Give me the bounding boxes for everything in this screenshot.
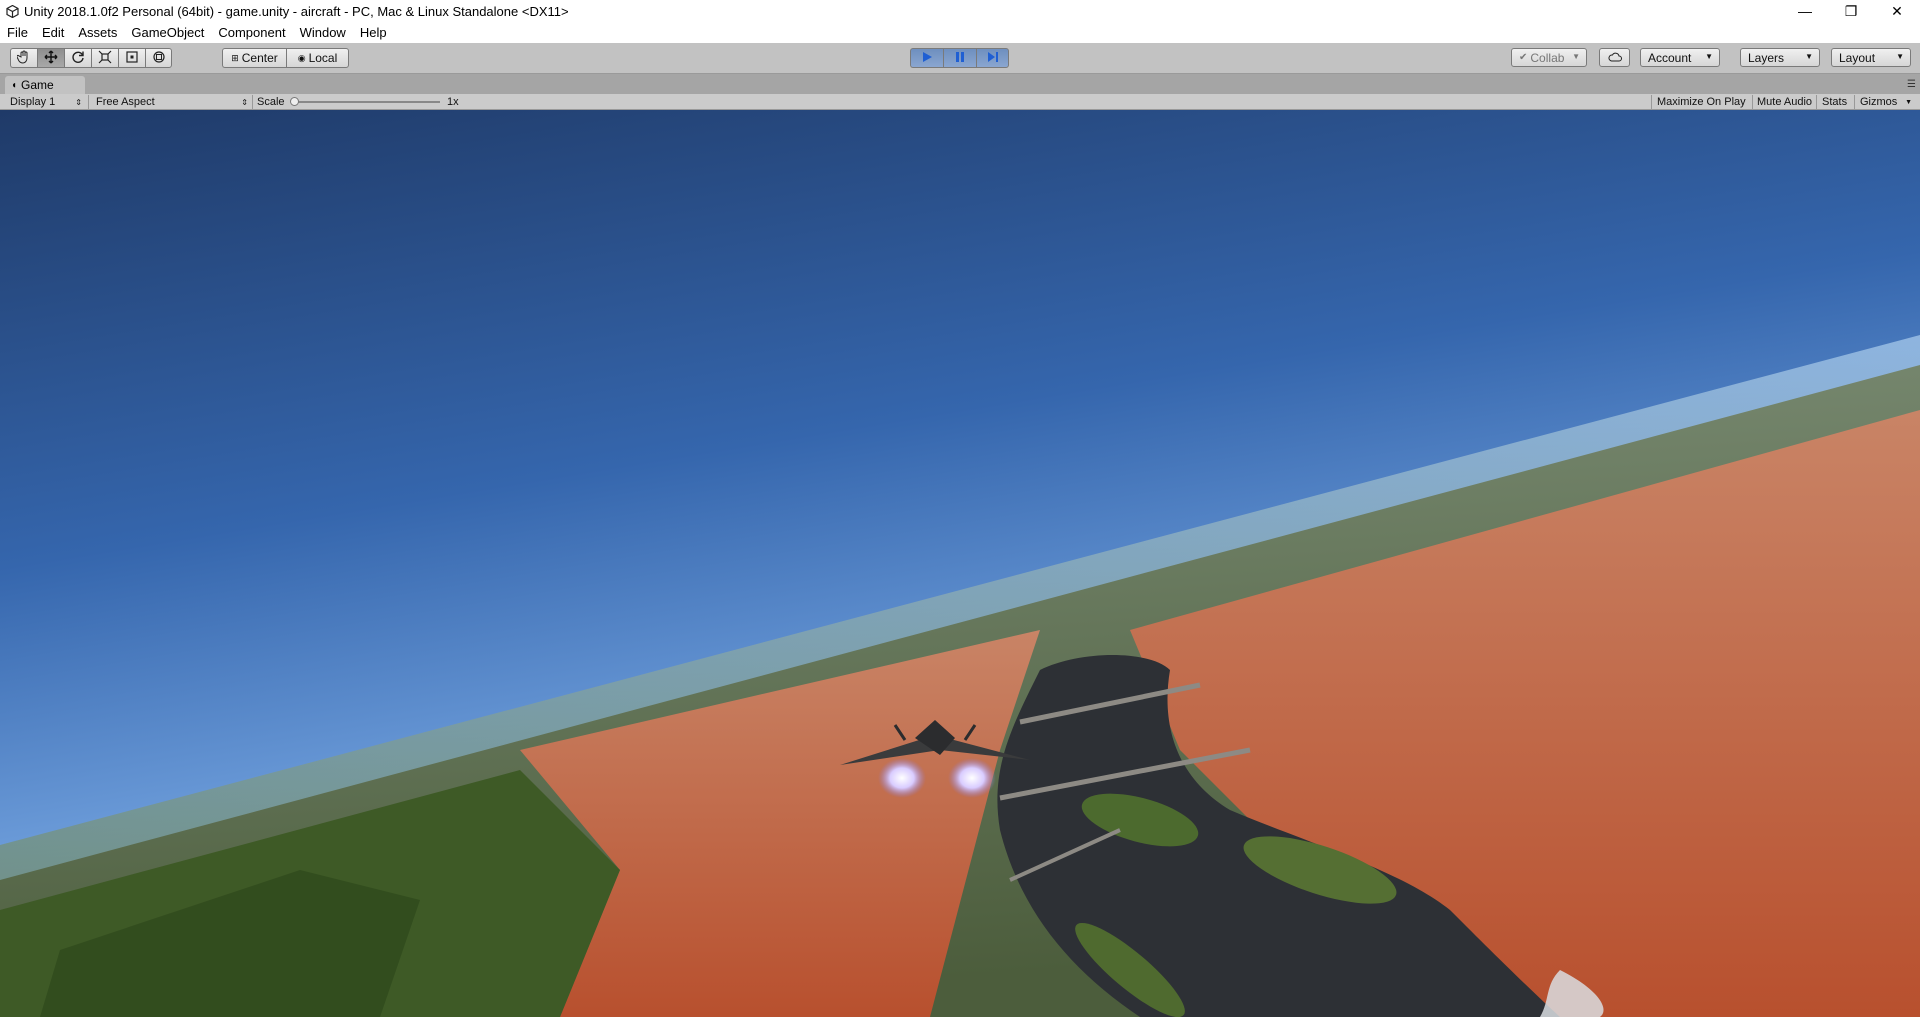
hand-tool-button[interactable] [10, 48, 37, 68]
divider [252, 95, 253, 109]
chevron-down-icon: ▼ [1905, 98, 1912, 106]
game-view-toolbar: Display 1 ⇕ Free Aspect ⇕ Scale 1x Maxim… [0, 94, 1920, 110]
pause-icon [954, 51, 966, 66]
account-label: Account [1648, 50, 1692, 65]
aspect-dropdown[interactable]: Free Aspect ⇕ [96, 94, 248, 110]
scale-label: Scale [257, 96, 285, 108]
updown-icon: ⇕ [241, 97, 248, 107]
tab-menu-icon[interactable]: ☰ [1907, 79, 1916, 90]
scale-icon [98, 50, 112, 67]
play-controls [910, 48, 1009, 68]
pivot-center-button[interactable]: ⊞ Center [222, 48, 286, 68]
play-button[interactable] [910, 48, 943, 68]
step-icon [987, 51, 999, 66]
collab-label: Collab [1530, 50, 1565, 65]
move-icon [44, 50, 58, 67]
chevron-down-icon: ▼ [1705, 52, 1713, 61]
gizmos-dropdown[interactable]: Gizmos ▼ [1860, 94, 1912, 110]
menu-window[interactable]: Window [293, 22, 353, 43]
gizmos-label: Gizmos [1860, 96, 1898, 108]
pause-button[interactable] [943, 48, 976, 68]
transform-tool-button[interactable] [145, 48, 172, 68]
local-icon: ◉ [297, 52, 306, 63]
layers-label: Layers [1748, 50, 1785, 65]
menu-bar: File Edit Assets GameObject Component Wi… [0, 22, 1920, 43]
main-toolbar: ⊞ Center ◉ Local ✔ Collab ▼ Account ▼ La… [0, 43, 1920, 74]
game-viewport[interactable] [0, 110, 1920, 1017]
step-button[interactable] [976, 48, 1009, 68]
rotate-tool-button[interactable] [64, 48, 91, 68]
collab-check-icon: ✔ [1519, 52, 1528, 63]
scale-slider-thumb[interactable] [290, 97, 299, 106]
rect-tool-button[interactable] [118, 48, 145, 68]
dock-tabbar: ◖ Game ☰ [0, 74, 1920, 94]
move-tool-button[interactable] [37, 48, 64, 68]
transform-tools [10, 48, 172, 68]
engine-flame [948, 758, 996, 798]
layout-label: Layout [1839, 50, 1876, 65]
divider [1816, 95, 1817, 109]
menu-gameobject[interactable]: GameObject [124, 22, 211, 43]
scale-slider-track[interactable] [292, 101, 440, 103]
unity-logo-icon [4, 3, 20, 19]
stats-toggle[interactable]: Stats [1822, 94, 1847, 110]
cloud-button[interactable] [1599, 48, 1630, 67]
menu-assets[interactable]: Assets [71, 22, 124, 43]
divider [1854, 95, 1855, 109]
rect-transform-icon [125, 50, 139, 67]
pivot-local-label: Local [308, 51, 338, 65]
pivot-icon: ⊞ [231, 52, 239, 63]
chevron-down-icon: ▼ [1572, 52, 1580, 61]
display-label: Display 1 [10, 96, 56, 108]
menu-component[interactable]: Component [211, 22, 292, 43]
scale-value: 1x [447, 96, 459, 108]
restore-button[interactable]: ❐ [1828, 0, 1874, 22]
game-controller-icon: ◖ [11, 79, 18, 91]
pivot-toggles: ⊞ Center ◉ Local [222, 48, 349, 68]
mute-audio-toggle[interactable]: Mute Audio [1757, 94, 1812, 110]
tab-game-label: Game [21, 78, 54, 92]
cloud-icon [1608, 51, 1622, 65]
menu-file[interactable]: File [0, 22, 35, 43]
menu-help[interactable]: Help [353, 22, 394, 43]
display-dropdown[interactable]: Display 1 ⇕ [10, 94, 82, 110]
layout-dropdown[interactable]: Layout ▼ [1831, 48, 1911, 67]
close-button[interactable]: ✕ [1874, 0, 1920, 22]
maximize-on-play-toggle[interactable]: Maximize On Play [1657, 94, 1746, 110]
hand-icon [16, 50, 31, 67]
collab-dropdown[interactable]: ✔ Collab ▼ [1511, 48, 1587, 67]
window-titlebar: Unity 2018.1.0f2 Personal (64bit) - game… [0, 0, 1920, 22]
menu-edit[interactable]: Edit [35, 22, 71, 43]
game-render [0, 110, 1920, 1017]
divider [88, 95, 89, 109]
play-icon [921, 51, 933, 66]
chevron-down-icon: ▼ [1896, 52, 1904, 61]
divider [1752, 95, 1753, 109]
divider [1651, 95, 1652, 109]
window-title: Unity 2018.1.0f2 Personal (64bit) - game… [24, 3, 569, 19]
engine-flame [878, 758, 926, 798]
pivot-center-label: Center [241, 51, 278, 65]
pivot-local-button[interactable]: ◉ Local [286, 48, 349, 68]
tab-game[interactable]: ◖ Game [5, 76, 85, 94]
minimize-button[interactable]: — [1782, 0, 1828, 22]
scale-tool-button[interactable] [91, 48, 118, 68]
aspect-label: Free Aspect [96, 96, 155, 108]
account-dropdown[interactable]: Account ▼ [1640, 48, 1720, 67]
layers-dropdown[interactable]: Layers ▼ [1740, 48, 1820, 67]
transform-icon [152, 50, 166, 67]
rotate-icon [71, 50, 85, 67]
updown-icon: ⇕ [75, 97, 82, 107]
chevron-down-icon: ▼ [1805, 52, 1813, 61]
